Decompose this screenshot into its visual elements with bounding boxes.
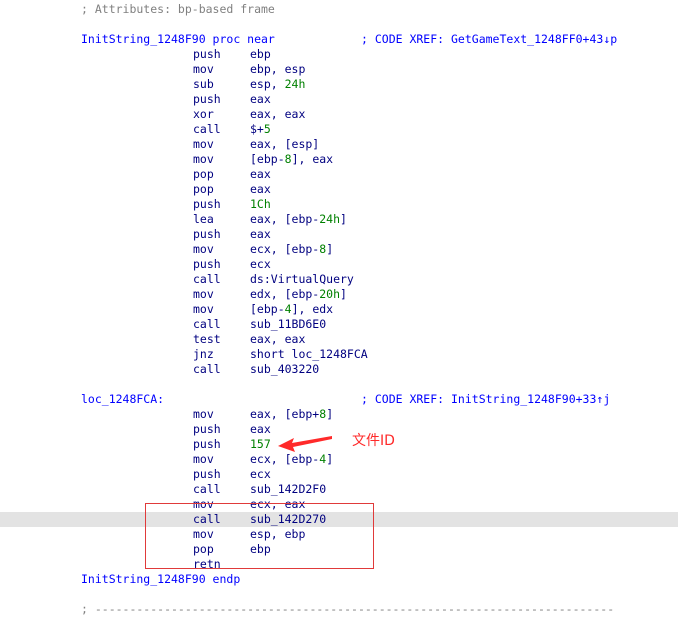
operands[interactable]: eax, eax [250, 107, 305, 122]
operands[interactable]: eax [250, 167, 271, 182]
separator-line: ; --------------------------------------… [81, 602, 615, 616]
operands[interactable]: eax [250, 422, 271, 437]
proc-end-line[interactable]: InitString_1248F90 endp [0, 572, 678, 587]
mnemonic[interactable]: call [193, 317, 221, 332]
operands[interactable]: eax, [ebp-24h] [250, 212, 347, 227]
operands[interactable]: eax, [ebp+8] [250, 407, 333, 422]
asm-line[interactable]: call sub_403220 [0, 362, 678, 377]
operands[interactable]: [ebp-4], edx [250, 302, 333, 317]
operands[interactable]: sub_403220 [250, 362, 319, 377]
asm-line[interactable]: sub esp, 24h [0, 77, 678, 92]
mnemonic[interactable]: pop [193, 182, 214, 197]
loc-label[interactable]: loc_1248FCA: [81, 392, 164, 407]
mnemonic[interactable]: call [193, 362, 221, 377]
operands[interactable]: short loc_1248FCA [250, 347, 368, 362]
asm-line[interactable]: push ecx [0, 257, 678, 272]
operands[interactable]: ebp [250, 47, 271, 62]
mnemonic[interactable]: push [193, 437, 221, 452]
operands[interactable]: 1Ch [250, 197, 271, 212]
asm-line[interactable]: push eax [0, 227, 678, 242]
mnemonic[interactable]: call [193, 122, 221, 137]
asm-line[interactable]: mov ecx, [ebp-8] [0, 242, 678, 257]
asm-line[interactable]: mov ebp, esp [0, 62, 678, 77]
mnemonic[interactable]: push [193, 257, 221, 272]
mnemonic[interactable]: mov [193, 242, 214, 257]
mnemonic[interactable]: push [193, 92, 221, 107]
operands[interactable]: eax, eax [250, 332, 305, 347]
mnemonic[interactable]: mov [193, 152, 214, 167]
asm-line[interactable]: lea eax, [ebp-24h] [0, 212, 678, 227]
xref-comment[interactable]: ; CODE XREF: GetGameText_1248FF0+43↓p [361, 32, 617, 47]
mnemonic[interactable]: pop [193, 167, 214, 182]
operands[interactable]: $+5 [250, 122, 271, 137]
mnemonic[interactable]: mov [193, 287, 214, 302]
asm-line[interactable]: xor eax, eax [0, 107, 678, 122]
asm-line[interactable]: call $+5 [0, 122, 678, 137]
asm-line[interactable]: call sub_142D2F0 [0, 482, 678, 497]
operands[interactable]: sub_11BD6E0 [250, 317, 326, 332]
operands[interactable]: ecx, [ebp-4] [250, 452, 333, 467]
asm-line[interactable]: pop eax [0, 167, 678, 182]
operands[interactable]: ecx [250, 467, 271, 482]
annotation-arrow-icon [278, 436, 332, 452]
asm-line[interactable]: push ecx [0, 467, 678, 482]
asm-line[interactable]: test eax, eax [0, 332, 678, 347]
mnemonic[interactable]: mov [193, 452, 214, 467]
asm-line[interactable]: call ds:VirtualQuery [0, 272, 678, 287]
operands[interactable]: ecx, [ebp-8] [250, 242, 333, 257]
operands[interactable]: [ebp-8], eax [250, 152, 333, 167]
operands[interactable]: sub_142D2F0 [250, 482, 326, 497]
highlight-box [145, 503, 374, 569]
asm-line[interactable]: push eax [0, 422, 678, 437]
asm-line[interactable]: push ebp [0, 47, 678, 62]
proc-end-label[interactable]: InitString_1248F90 endp [81, 572, 240, 587]
operands[interactable]: eax [250, 227, 271, 242]
operands[interactable]: ebp, esp [250, 62, 305, 77]
asm-line[interactable]: mov [ebp-4], edx [0, 302, 678, 317]
operands[interactable]: eax, [esp] [250, 137, 319, 152]
mnemonic[interactable]: mov [193, 302, 214, 317]
mnemonic[interactable]: push [193, 467, 221, 482]
asm-line[interactable]: mov eax, [ebp+8] [0, 407, 678, 422]
xref-comment[interactable]: ; CODE XREF: InitString_1248F90+33↑j [361, 392, 610, 407]
asm-line[interactable]: push 157 [0, 437, 678, 452]
asm-line[interactable]: mov ecx, [ebp-4] [0, 452, 678, 467]
annotation-label: 文件ID [352, 433, 395, 449]
operands[interactable]: edx, [ebp-20h] [250, 287, 347, 302]
operands[interactable]: esp, 24h [250, 77, 305, 92]
mnemonic[interactable]: mov [193, 407, 214, 422]
mnemonic[interactable]: push [193, 197, 221, 212]
mnemonic[interactable]: push [193, 227, 221, 242]
operands[interactable]: ds:VirtualQuery [250, 272, 354, 287]
mnemonic[interactable]: sub [193, 77, 214, 92]
mnemonic[interactable]: jnz [193, 347, 214, 362]
proc-start-line[interactable]: InitString_1248F90 proc near ; CODE XREF… [0, 32, 678, 47]
asm-line[interactable]: push eax [0, 92, 678, 107]
loc-label-line[interactable]: loc_1248FCA: ; CODE XREF: InitString_124… [0, 392, 678, 407]
operands[interactable]: eax [250, 92, 271, 107]
operands[interactable]: 157 [250, 437, 271, 452]
operands[interactable]: ecx [250, 257, 271, 272]
asm-line[interactable]: call sub_11BD6E0 [0, 317, 678, 332]
mnemonic[interactable]: lea [193, 212, 214, 227]
asm-line[interactable]: pop eax [0, 182, 678, 197]
proc-label[interactable]: InitString_1248F90 proc near [81, 32, 275, 47]
mnemonic[interactable]: push [193, 422, 221, 437]
asm-line[interactable]: jnz short loc_1248FCA [0, 347, 678, 362]
mnemonic[interactable]: push [193, 47, 221, 62]
asm-line[interactable]: mov eax, [esp] [0, 137, 678, 152]
mnemonic[interactable]: mov [193, 137, 214, 152]
asm-line[interactable]: mov [ebp-8], eax [0, 152, 678, 167]
mnemonic[interactable]: call [193, 482, 221, 497]
mnemonic[interactable]: xor [193, 107, 214, 122]
operands[interactable]: eax [250, 182, 271, 197]
asm-line[interactable]: mov edx, [ebp-20h] [0, 287, 678, 302]
mnemonic[interactable]: mov [193, 62, 214, 77]
mnemonic[interactable]: test [193, 332, 221, 347]
mnemonic[interactable]: call [193, 272, 221, 287]
attributes-comment: ; Attributes: bp-based frame [81, 2, 275, 16]
asm-line[interactable]: push 1Ch [0, 197, 678, 212]
